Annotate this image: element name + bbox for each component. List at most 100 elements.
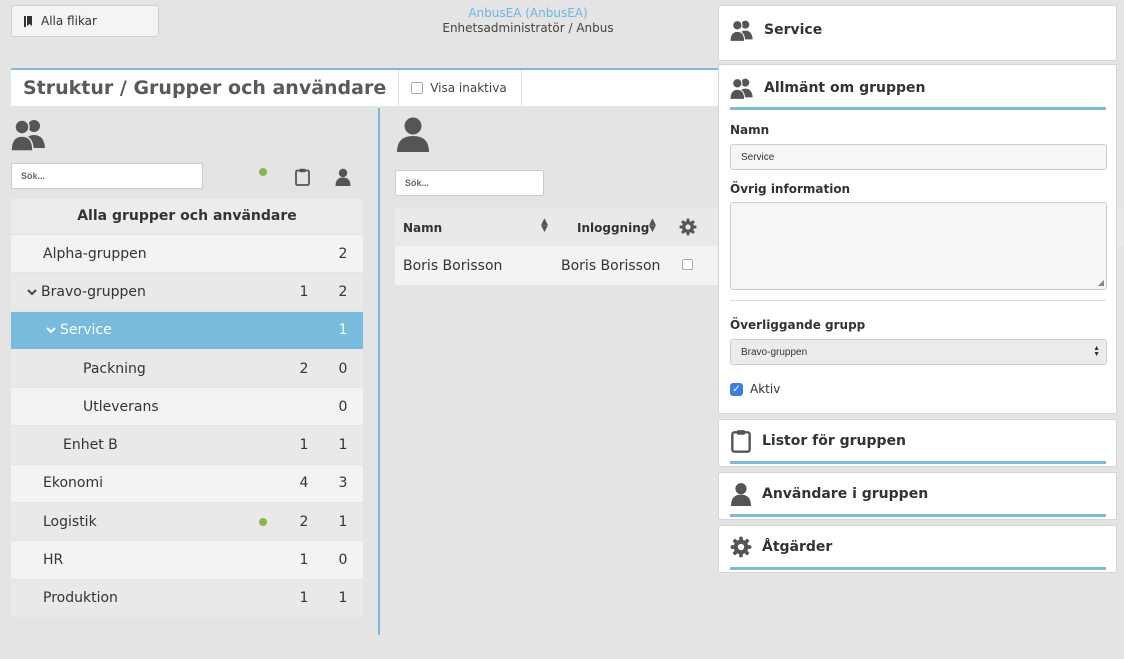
- parent-group-label: Överliggande grupp: [730, 318, 866, 332]
- user-count: 2: [338, 245, 348, 262]
- lists-title[interactable]: Listor för gruppen: [762, 433, 906, 449]
- tree-row-produktion[interactable]: Produktion 1 1: [11, 579, 363, 618]
- user-count: 0: [338, 552, 348, 569]
- actions-title[interactable]: Åtgärder: [762, 539, 832, 555]
- section-underline: [730, 461, 1106, 464]
- groups-icon: [11, 116, 47, 152]
- gear-icon[interactable]: [679, 218, 697, 236]
- tree-row-label: Service: [60, 322, 112, 339]
- select-arrows-icon: ▲ ▼: [1093, 345, 1100, 358]
- active-label: Aktiv: [750, 382, 781, 396]
- user-count: 1: [338, 322, 348, 339]
- name-value: Service: [741, 151, 775, 163]
- group-search-input[interactable]: Sök...: [11, 163, 203, 189]
- user-count: 1: [338, 437, 348, 454]
- tree-row-logistik[interactable]: Logistik 2 1: [11, 503, 363, 542]
- sort-icon[interactable]: ▲ ▼: [541, 218, 548, 234]
- bookmark-icon: [24, 15, 33, 27]
- tree-row-alpha[interactable]: Alpha-gruppen 2: [11, 235, 363, 274]
- chevron-down-icon[interactable]: [46, 326, 60, 334]
- subgroup-count: 1: [299, 590, 309, 607]
- user-count: 3: [338, 475, 348, 492]
- col-header-name[interactable]: Namn: [403, 221, 442, 235]
- subgroup-count: 1: [299, 552, 309, 569]
- all-tabs-button[interactable]: Alla flikar: [11, 5, 159, 37]
- user-count: 2: [338, 283, 348, 300]
- subgroup-count: 4: [299, 475, 309, 492]
- sort-icon[interactable]: ▲ ▼: [649, 218, 656, 234]
- table-row[interactable]: Boris Borisson Boris Borisson: [395, 246, 720, 285]
- section-underline: [730, 514, 1106, 517]
- tree-row-utleverans[interactable]: Utleverans 0: [11, 388, 363, 427]
- tree-row-label: Logistik: [43, 513, 97, 530]
- service-title: Service: [764, 22, 823, 38]
- tree-row-label: Enhet B: [63, 437, 118, 454]
- service-card: Service: [718, 5, 1117, 61]
- other-info-textarea[interactable]: ◢: [730, 202, 1107, 290]
- parent-group-value: Bravo-gruppen: [741, 346, 808, 358]
- user-name-link[interactable]: AnbusEA (AnbusEA): [400, 6, 656, 21]
- name-label: Namn: [730, 123, 770, 137]
- tree-row-label: Produktion: [43, 590, 118, 607]
- user-login-cell: Boris Borisson: [561, 257, 661, 274]
- user-role: Enhetsadministratör / Anbus: [442, 21, 614, 35]
- user-filter-icon[interactable]: [335, 168, 351, 186]
- name-input[interactable]: Service: [730, 144, 1107, 170]
- table-header: Namn ▲ ▼ Inloggning ▲ ▼: [395, 208, 720, 246]
- groups-icon: [730, 76, 754, 100]
- hidden-column-header: [1116, 208, 1124, 246]
- tree-row-label: Packning: [83, 360, 146, 377]
- subgroup-count: 2: [299, 360, 309, 377]
- status-filter-dot[interactable]: [259, 168, 267, 176]
- other-info-label: Övrig information: [730, 182, 851, 196]
- user-icon: [730, 482, 752, 506]
- user-search-placeholder: Sök...: [405, 178, 430, 188]
- subgroup-count: 2: [299, 513, 309, 530]
- tree-row-label: Bravo-gruppen: [41, 283, 146, 300]
- parent-group-select[interactable]: Bravo-gruppen ▲ ▼: [730, 339, 1107, 365]
- user-count: 1: [338, 513, 348, 530]
- all-tabs-label: Alla flikar: [41, 14, 97, 28]
- user-name-cell: Boris Borisson: [403, 257, 503, 274]
- user-count: 0: [338, 398, 348, 415]
- subgroup-count: 1: [299, 283, 309, 300]
- active-toggle[interactable]: ✓ Aktiv: [730, 382, 1116, 396]
- general-card: Allmänt om gruppen Namn Service Övrig in…: [718, 64, 1117, 414]
- tree-row-hr[interactable]: HR 1 0: [11, 541, 363, 580]
- panel-divider[interactable]: [378, 108, 380, 635]
- row-checkbox[interactable]: [682, 259, 693, 270]
- section-underline: [730, 567, 1106, 570]
- tree-row-packning[interactable]: Packning 2 0: [11, 349, 363, 389]
- lists-card: Listor för gruppen: [718, 419, 1117, 467]
- tree-row-service[interactable]: Service 1: [11, 311, 363, 350]
- active-checkbox[interactable]: ✓: [730, 382, 743, 396]
- group-tree: Alla grupper och användare Alpha-gruppen…: [11, 199, 363, 618]
- tree-row-ekonomi[interactable]: Ekonomi 4 3: [11, 464, 363, 504]
- gear-icon: [730, 536, 752, 558]
- general-title[interactable]: Allmänt om gruppen: [764, 80, 925, 96]
- title-bar: Struktur / Grupper och användare Visa in…: [11, 68, 719, 106]
- show-inactive-toggle[interactable]: Visa inaktiva: [399, 70, 522, 106]
- clipboard-icon: [730, 429, 752, 453]
- chevron-down-icon[interactable]: [27, 288, 41, 296]
- col-header-login[interactable]: Inloggning: [577, 221, 649, 235]
- user-icon: [396, 116, 430, 152]
- all-groups-header[interactable]: Alla grupper och användare: [11, 199, 363, 235]
- tree-row-enhet-b[interactable]: Enhet B 1 1: [11, 426, 363, 465]
- tree-row-label: Alpha-gruppen: [43, 245, 147, 262]
- tree-row-bravo[interactable]: Bravo-gruppen 1 2: [11, 273, 363, 312]
- divider: [730, 300, 1106, 301]
- tree-row-label: Utleverans: [83, 398, 159, 415]
- user-count: 0: [338, 360, 348, 377]
- clipboard-filter-icon[interactable]: [295, 168, 310, 186]
- resize-handle-icon[interactable]: ◢: [1098, 278, 1104, 287]
- section-underline: [730, 107, 1106, 110]
- group-search-placeholder: Sök...: [21, 171, 46, 181]
- user-search-input[interactable]: Sök...: [395, 170, 544, 196]
- user-info: AnbusEA (AnbusEA) Enhetsadministratör / …: [400, 6, 656, 36]
- group-users-card: Användare i gruppen: [718, 472, 1117, 520]
- user-table: Namn ▲ ▼ Inloggning ▲ ▼ Boris Borisson Bor…: [395, 208, 720, 285]
- status-dot: [259, 517, 267, 526]
- show-inactive-checkbox[interactable]: [411, 82, 424, 94]
- group-users-title[interactable]: Användare i gruppen: [762, 486, 928, 502]
